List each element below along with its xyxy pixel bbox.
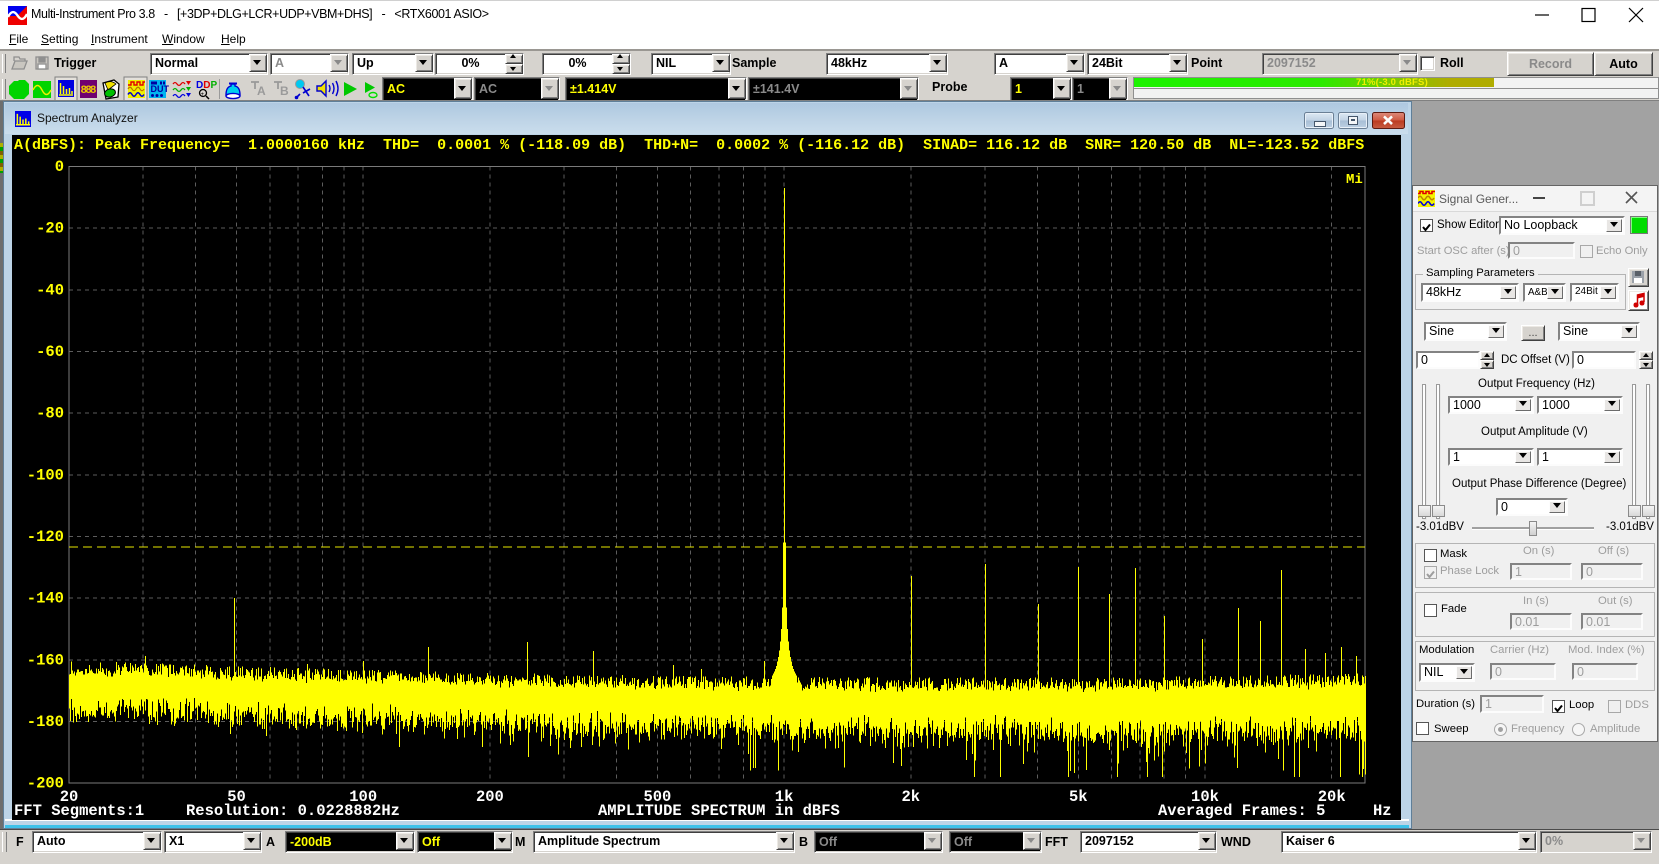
svg-text:-80: -80 bbox=[36, 405, 64, 423]
svg-text:-200: -200 bbox=[27, 775, 64, 793]
svg-text:Resolution: 0.0228882Hz: Resolution: 0.0228882Hz bbox=[186, 802, 400, 820]
svg-text:A: A bbox=[257, 84, 266, 98]
svg-text:+: + bbox=[201, 92, 205, 98]
svg-text:DUT: DUT bbox=[151, 84, 170, 94]
svg-text:5k: 5k bbox=[1069, 788, 1088, 806]
svg-text:200: 200 bbox=[476, 788, 504, 806]
svg-text:2k: 2k bbox=[901, 788, 920, 806]
svg-text:-120: -120 bbox=[27, 528, 64, 546]
svg-text:888: 888 bbox=[81, 85, 97, 97]
svg-text:-100: -100 bbox=[27, 466, 64, 484]
svg-text:-60: -60 bbox=[36, 343, 64, 361]
svg-text:Averaged Frames: 5: Averaged Frames: 5 bbox=[1158, 802, 1325, 820]
svg-text:Mi: Mi bbox=[1346, 172, 1363, 188]
svg-text:0: 0 bbox=[55, 158, 64, 176]
svg-text:-160: -160 bbox=[27, 651, 64, 669]
svg-text:-20: -20 bbox=[36, 220, 64, 238]
svg-text:Hz: Hz bbox=[1373, 802, 1392, 820]
svg-text:B: B bbox=[280, 84, 289, 98]
svg-text:DDP: DDP bbox=[196, 80, 217, 91]
svg-text:-180: -180 bbox=[27, 713, 64, 731]
svg-text:FFT Segments:1: FFT Segments:1 bbox=[14, 802, 144, 820]
svg-text:AMPLITUDE SPECTRUM in dBFS: AMPLITUDE SPECTRUM in dBFS bbox=[598, 802, 840, 820]
svg-text:-40: -40 bbox=[36, 281, 64, 299]
svg-text:-140: -140 bbox=[27, 590, 64, 608]
